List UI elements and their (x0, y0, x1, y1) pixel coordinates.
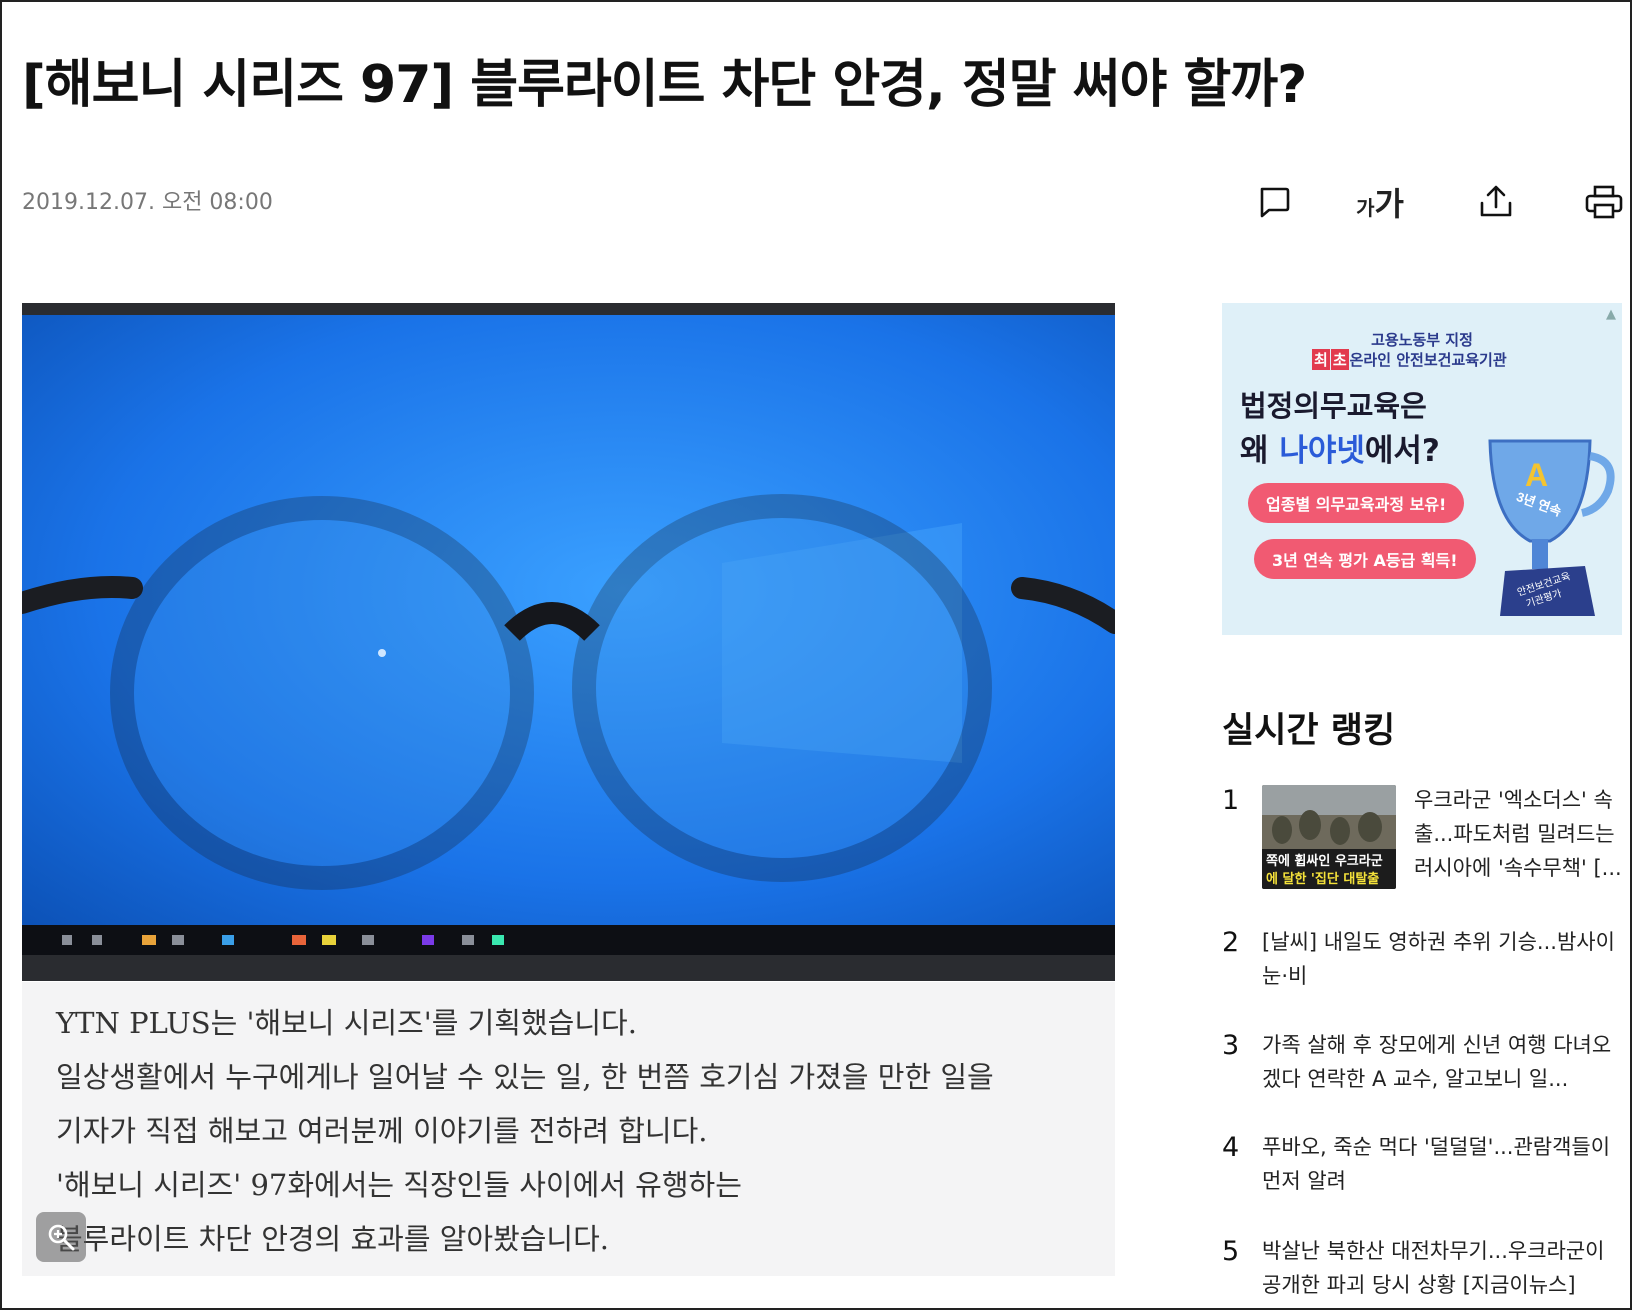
caption-line: 블루라이트 차단 안경의 효과를 알아봤습니다. (56, 1222, 610, 1256)
ad-headline2-post: 에서? (1364, 433, 1440, 469)
trophy-grade: A (1525, 457, 1548, 493)
ad-info-icon[interactable]: ▲ (1606, 307, 1616, 322)
ad-line1: 고용노동부 지정 (1371, 331, 1473, 349)
ranking-thumbnail[interactable]: 쪽에 휩싸인 우크라군 에 달한 '집단 대탈출 (1262, 785, 1396, 889)
ranking-headline[interactable]: [날씨] 내일도 영하권 추위 기승...밤사이 눈·비 (1262, 925, 1622, 993)
ranking-headline[interactable]: 가족 살해 후 장모에게 신년 여행 다녀오겠다 연락한 A 교수, 알고보니 … (1262, 1028, 1622, 1096)
ad-line2: 최 초 온라인 안전보건교육기관 (1312, 349, 1507, 370)
ad-brand: 나야넷 (1279, 433, 1365, 469)
ranking-number: 3 (1222, 1030, 1240, 1061)
font-size-icon: 가가 (1356, 179, 1404, 225)
thumb-caption-1: 쪽에 휩싸인 우크라군 (1266, 853, 1383, 869)
thumb-caption-2: 에 달한 '집단 대탈출 (1266, 871, 1379, 887)
article-toolbar: 가가 (1250, 178, 1630, 226)
ranking-number: 2 (1222, 927, 1240, 958)
font-size-button[interactable]: 가가 (1350, 178, 1410, 226)
article-date: 2019.12.07. 오전 08:00 (22, 190, 273, 215)
comment-button[interactable] (1250, 178, 1298, 226)
print-button[interactable] (1580, 178, 1628, 226)
ranking-title: 실시간 랭킹 (1222, 711, 1396, 751)
ranking-number: 4 (1222, 1132, 1240, 1163)
share-icon (1480, 185, 1512, 217)
ad-tag: 초 (1330, 349, 1349, 370)
advertisement-banner[interactable]: ▲ 고용노동부 지정 최 초 온라인 안전보건교육기관 법정의무교육은 왜 나야넷에… (1222, 303, 1622, 635)
font-size-small: 가 (1356, 196, 1375, 220)
ad-pill: 업종별 의무교육과정 보유! (1248, 483, 1465, 523)
image-zoom-button[interactable] (36, 1212, 86, 1262)
ranking-headline[interactable]: 푸바오, 죽순 먹다 '덜덜덜'...관람객들이 먼저 알려 (1262, 1130, 1622, 1198)
ad-tag: 최 (1312, 349, 1330, 370)
font-size-large: 가 (1374, 185, 1404, 223)
share-button[interactable] (1472, 178, 1520, 226)
ranking-number: 5 (1222, 1236, 1240, 1267)
caption-line: '해보니 시리즈' 97화에서는 직장인들 사이에서 유행하는 (56, 1168, 742, 1202)
ad-headline1: 법정의무교육은 (1240, 389, 1427, 423)
ranking-headline[interactable]: 박살난 북한산 대전차무기...우크라군이 공개한 파괴 당시 상황 [지금이뉴… (1262, 1234, 1622, 1302)
caption-line: 기자가 직접 해보고 여러분께 이야기를 전하려 합니다. (56, 1114, 708, 1148)
comment-icon (1260, 187, 1290, 218)
zoom-in-icon (48, 1224, 75, 1251)
ranking-headline[interactable]: 우크라군 '엑소더스' 속출...파도처럼 밀려드는 러시아에 '속수무책' [… (1414, 783, 1622, 885)
article-photo (22, 303, 1115, 981)
ad-pill: 3년 연속 평가 A등급 획득! (1254, 539, 1476, 579)
ad-headline2-pre: 왜 (1240, 433, 1280, 469)
print-icon (1585, 185, 1623, 219)
soldiers-thumbnail-image: 쪽에 휩싸인 우크라군 에 달한 '집단 대탈출 (1262, 785, 1396, 889)
trophy-icon: A 3년 연속 안전보건교육 기관평가 (1488, 439, 1615, 616)
photo-caption: YTN PLUS는 '해보니 시리즈'를 기획했습니다. 일상생활에서 누구에게… (22, 982, 1115, 1276)
caption-line: 일상생활에서 누구에게나 일어날 수 있는 일, 한 번쯤 호기심 가졌을 만한… (56, 1060, 994, 1094)
article-title: [해보니 시리즈 97] 블루라이트 차단 안경, 정말 써야 할까? (22, 55, 1307, 115)
glasses-on-monitor-photo (22, 303, 1115, 981)
caption-line: YTN PLUS는 '해보니 시리즈'를 기획했습니다. (56, 1006, 637, 1040)
ad-line2-text: 온라인 안전보건교육기관 (1349, 351, 1507, 369)
ranking-number: 1 (1222, 785, 1240, 816)
ad-headline2: 왜 나야넷에서? (1240, 425, 1440, 470)
ranking-item[interactable]: 1 쪽에 휩싸인 우크라군 에 달한 '집단 대탈출 우크라군 '엑소더스' 속… (1222, 783, 1622, 893)
